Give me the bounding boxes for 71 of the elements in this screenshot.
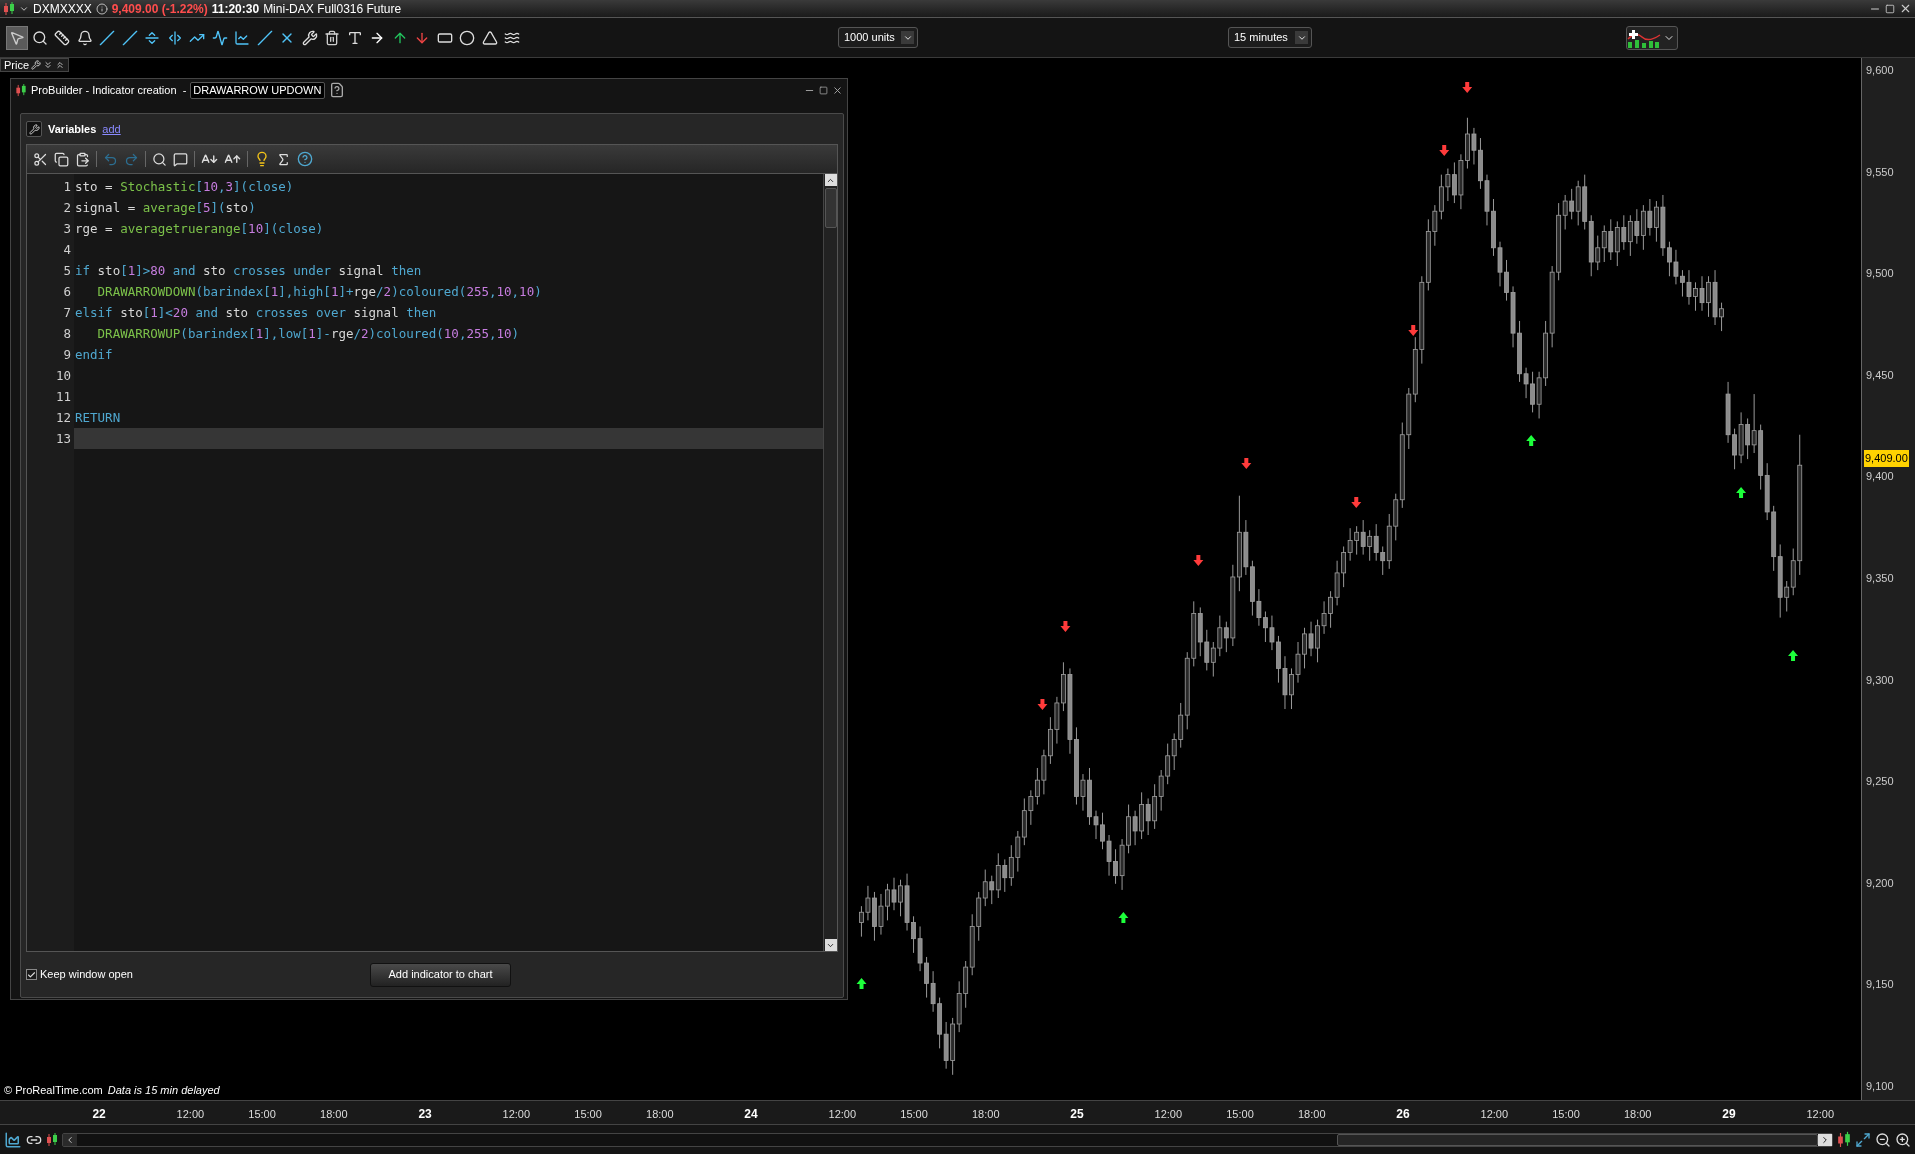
price-axis-label: 9,450 [1866,367,1894,383]
add-indicator-button[interactable]: Add indicator to chart [370,962,511,987]
time-label: 11:20:30 [211,0,260,18]
price-change: 9,409.00 (-1.22%) [111,0,208,18]
date-axis-label: 15:00 [248,1107,276,1122]
date-axis-label: 12:00 [1480,1107,1509,1122]
price-axis-label: 9,600 [1866,62,1894,78]
price-axis-label: 9,100 [1866,1078,1894,1094]
code-line: elsif sto[1]<20 and sto crosses over signal then [75,304,437,322]
line-number: 11 [27,386,74,407]
line-number: 10 [27,365,74,386]
line-number: 12 [27,407,74,428]
date-axis-label: 12:00 [176,1107,205,1122]
price-axis-label: 9,150 [1866,977,1894,993]
code-line: RETURN [75,409,121,427]
date-axis-label: 12:00 [502,1107,531,1122]
line-number: 13 [27,428,74,449]
add-link[interactable]: add [102,120,121,138]
code-line: DRAWARROWDOWN(barindex[1],high[1]+rge/2)coloured(255,10,10) [96,283,542,301]
price-axis-label: 9,250 [1866,774,1894,790]
symbol-label: DXMXXXX [33,0,92,18]
date-axis-label: 18:00 [1623,1107,1652,1122]
date-axis-label: 12:00 [1154,1107,1183,1122]
checkbox-label: Keep window open [40,967,133,983]
line-number: 7 [27,302,74,323]
price-axis-label: 9,500 [1866,266,1894,282]
code-line: signal = average[5](sto) [75,199,256,217]
variables-label: Variables [48,121,97,137]
date-axis-label: 24 [744,1106,758,1123]
price-axis-label: 9,400 [1866,469,1894,485]
date-axis-label: 26 [1396,1106,1410,1123]
code-line: endif [75,346,113,364]
panel-label: Price [4,57,30,73]
date-axis-label: 12:00 [828,1107,857,1122]
line-number: 9 [27,344,74,365]
line-number: 2 [27,197,74,218]
date-axis-label: 18:00 [1297,1107,1326,1122]
window-title: ProBuilder - Indicator creation - [31,82,187,98]
date-axis-label: 22 [92,1106,106,1123]
date-axis-label: 12:00 [1806,1107,1835,1122]
current-price-tag: 9,409.00 [1864,450,1909,467]
date-axis-label: 15:00 [1226,1107,1254,1122]
units-dropdown[interactable]: 1000 units [838,27,918,48]
date-axis-label: 23 [418,1106,432,1123]
line-number: 8 [27,323,74,344]
line-number: 5 [27,260,74,281]
date-axis-label: 25 [1070,1106,1084,1123]
line-number: 1 [27,176,74,197]
date-axis-label: 15:00 [1552,1107,1580,1122]
instrument-name: Mini-DAX Full0316 Future [263,0,402,18]
date-axis-label: 29 [1722,1106,1736,1123]
date-axis-label: 18:00 [320,1107,348,1122]
price-axis-label: 9,300 [1866,672,1894,688]
data-delay-note: Data is 15 min delayed [107,1082,220,1098]
code-line: DRAWARROWUP(barindex[1],low[1]-rge/2)coloured(10,255,10) [96,325,520,343]
date-axis-label: 18:00 [646,1107,674,1122]
copyright-text: © ProRealTime.com [4,1082,103,1098]
price-axis-label: 9,350 [1866,570,1894,586]
line-number: 6 [27,281,74,302]
line-number: 3 [27,218,74,239]
line-number: 4 [27,239,74,260]
code-line: rge = averagetruerange[10](close) [75,220,324,238]
date-axis-label: 15:00 [574,1107,602,1122]
indicator-name-field[interactable]: DRAWARROW UPDOWN [190,81,326,99]
code-line: sto = Stochastic[10,3](close) [75,178,294,196]
price-axis-label: 9,550 [1866,164,1894,180]
timeframe-dropdown[interactable]: 15 minutes [1228,27,1312,48]
code-line: if sto[1]>80 and sto crosses under signal then [75,262,422,280]
date-axis-label: 18:00 [972,1107,1000,1122]
date-axis-label: 15:00 [900,1107,928,1122]
price-axis-label: 9,200 [1866,875,1894,891]
